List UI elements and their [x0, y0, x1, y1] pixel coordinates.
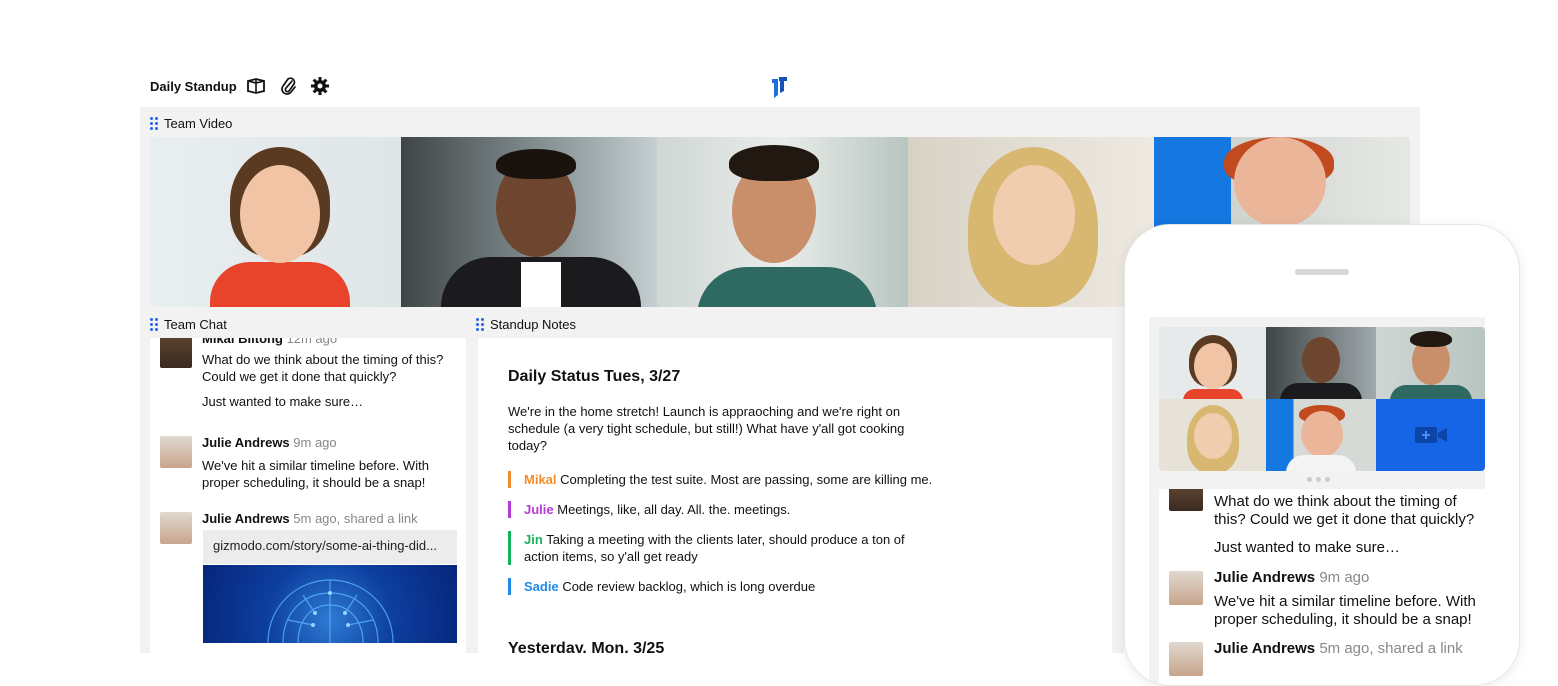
box-icon[interactable]	[246, 76, 266, 96]
status-text: Meetings, like, all day. All. the. meeti…	[557, 502, 791, 517]
standup-notes-header: Standup Notes	[476, 317, 576, 332]
section-title: Standup Notes	[490, 317, 577, 332]
message-text: Just wanted to make sure…	[1214, 539, 1400, 556]
person-face	[240, 165, 320, 263]
person-collar	[521, 262, 561, 307]
phone-screen: What do we think about the timing of thi…	[1149, 317, 1485, 685]
person-hair	[496, 149, 576, 179]
phone-video-grid	[1159, 327, 1485, 471]
status-author: Julie	[524, 502, 554, 517]
person-face	[1194, 343, 1232, 389]
message-time: 9m ago	[1319, 569, 1370, 586]
video-tile[interactable]	[1159, 399, 1266, 471]
video-tile[interactable]	[908, 137, 1154, 307]
notes-intro: We're in the home stretch! Launch is app…	[508, 404, 905, 453]
avatar[interactable]	[160, 512, 192, 544]
person-shoulders	[1280, 383, 1362, 399]
avatar[interactable]	[1169, 642, 1203, 676]
status-author: Jin	[524, 532, 543, 547]
pager-dots[interactable]	[1307, 477, 1330, 482]
drag-handle-icon[interactable]	[150, 117, 158, 130]
video-tile[interactable]	[401, 137, 657, 307]
message-time: 12m ago	[286, 338, 338, 346]
notes-heading: Daily Status Tues, 3/27	[508, 368, 681, 385]
message-time: 9m ago	[293, 435, 337, 450]
person-face	[1302, 337, 1340, 383]
video-tile[interactable]	[657, 137, 908, 307]
message-time: 5m ago, shared a link	[293, 511, 418, 526]
paperclip-icon[interactable]	[279, 76, 299, 96]
status-author: Mikal	[524, 472, 557, 487]
person-shoulders	[210, 262, 350, 307]
gear-icon[interactable]	[310, 76, 330, 96]
person-face	[993, 165, 1075, 265]
person-shoulders	[1390, 385, 1472, 399]
status-text: Code review backlog, which is long overd…	[562, 579, 816, 594]
author-name[interactable]: Julie Andrews	[202, 435, 290, 450]
drag-handle-icon[interactable]	[476, 318, 484, 331]
person-hair	[729, 145, 819, 181]
video-tile[interactable]	[1266, 327, 1376, 399]
section-title: Team Chat	[164, 317, 227, 332]
avatar[interactable]	[160, 338, 192, 368]
author-name[interactable]: Julie Andrews	[202, 511, 290, 526]
person-shoulders	[1183, 389, 1243, 399]
status-author: Sadie	[524, 579, 559, 594]
video-tile[interactable]	[1266, 399, 1376, 471]
status-text: Completing the test suite. Most are pass…	[560, 472, 933, 487]
standup-notes-panel[interactable]: Daily Status Tues, 3/27 We're in the hom…	[478, 338, 1112, 653]
person-shoulders	[1286, 455, 1356, 471]
circuit-brain-illustration	[267, 579, 394, 643]
status-item[interactable]: Mikal Completing the test suite. Most ar…	[508, 471, 938, 488]
top-bar: Daily Standup	[140, 68, 1420, 106]
link-preview-image[interactable]	[203, 565, 457, 643]
app-logo[interactable]	[769, 75, 791, 99]
message-text: We've hit a similar timeline before. Wit…	[1214, 593, 1476, 628]
avatar[interactable]	[1169, 571, 1203, 605]
video-tile[interactable]	[1376, 327, 1485, 399]
author-name[interactable]: Julie Andrews	[1214, 569, 1315, 586]
notes-heading-yesterday: Yesterday, Mon, 3/25	[508, 640, 665, 653]
status-item[interactable]: Julie Meetings, like, all day. All. the.…	[508, 501, 938, 518]
video-tile[interactable]	[1159, 327, 1266, 399]
author-name[interactable]: Mikal Biltong	[202, 338, 283, 346]
message-text: We've hit a similar timeline before. Wit…	[202, 458, 429, 490]
status-item[interactable]: Jin Taking a meeting with the clients la…	[508, 531, 938, 565]
avatar[interactable]	[1169, 489, 1203, 511]
phone-mockup: What do we think about the timing of thi…	[1124, 224, 1520, 686]
person-shoulders	[697, 267, 877, 307]
add-video-tile[interactable]	[1376, 399, 1485, 471]
team-chat-panel[interactable]: Mikal Biltong 12m ago What do we think a…	[150, 338, 466, 653]
avatar[interactable]	[160, 436, 192, 468]
video-tile[interactable]	[150, 137, 401, 307]
add-video-icon[interactable]	[1414, 425, 1448, 445]
person-face	[1194, 413, 1232, 459]
page-title: Daily Standup	[150, 79, 237, 94]
drag-handle-icon[interactable]	[150, 318, 158, 331]
message-text: What do we think about the timing of thi…	[202, 352, 444, 384]
status-text: Taking a meeting with the clients later,…	[524, 532, 905, 564]
author-name[interactable]: Julie Andrews	[1214, 640, 1315, 657]
message-text: Just wanted to make sure…	[202, 394, 364, 409]
person-face	[1301, 411, 1343, 457]
section-title: Team Video	[164, 116, 233, 131]
phone-chat[interactable]: What do we think about the timing of thi…	[1159, 489, 1485, 685]
person-hair	[1410, 331, 1452, 347]
status-item[interactable]: Sadie Code review backlog, which is long…	[508, 578, 938, 595]
message-time: 5m ago, shared a link	[1319, 640, 1463, 657]
shared-link[interactable]: gizmodo.com/story/some-ai-thing-did...	[203, 530, 457, 564]
person-face	[1234, 137, 1326, 227]
message-text: What do we think about the timing of thi…	[1214, 493, 1475, 528]
team-chat-header: Team Chat	[150, 317, 227, 332]
team-video-header: Team Video	[150, 116, 232, 131]
phone-speaker	[1295, 269, 1349, 275]
